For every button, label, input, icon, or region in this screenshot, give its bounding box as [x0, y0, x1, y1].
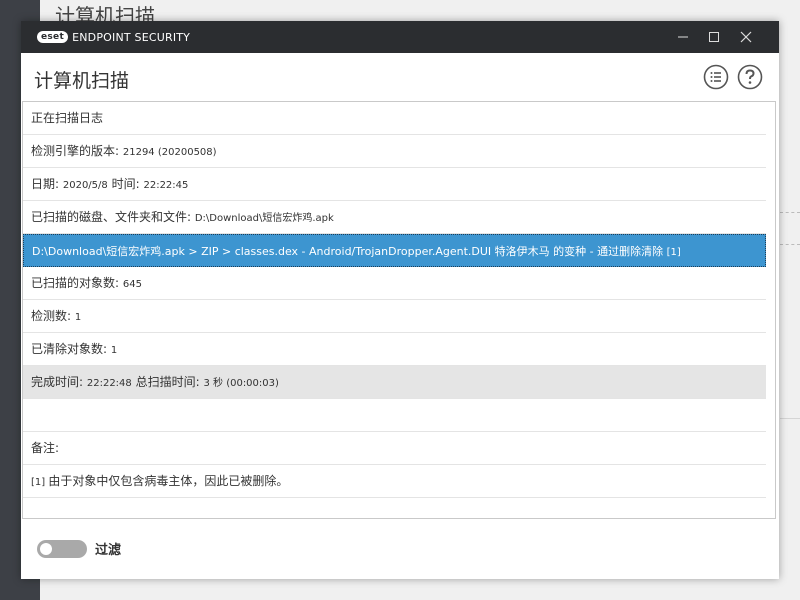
log-row-label: 总扫描时间: — [131, 375, 204, 389]
log-row-detections[interactable]: 检测数: 1 — [23, 300, 766, 333]
log-row-detection[interactable]: D:\Download\短信宏炸鸡.apk > ZIP > classes.de… — [23, 234, 766, 267]
maximize-button[interactable] — [699, 21, 729, 53]
log-row-scanned-targets[interactable]: 已扫描的磁盘、文件夹和文件: D:\Download\短信宏炸鸡.apk — [23, 201, 766, 234]
log-row-engine-version[interactable]: 检测引擎的版本: 21294 (20200508) — [23, 135, 766, 168]
log-row-value: 645 — [122, 279, 142, 290]
scan-log-panel: 正在扫描日志 检测引擎的版本: 21294 (20200508) 日期: 202… — [22, 101, 776, 519]
log-row-value: 1 — [110, 345, 118, 356]
help-button[interactable] — [737, 64, 763, 90]
log-row-value: 3 秒 (00:00:03) — [203, 378, 279, 389]
dialog-footer: 过滤 — [21, 521, 779, 579]
log-row-value: 1 — [74, 312, 82, 323]
log-row-label: D:\Download\短信宏炸鸡.apk > ZIP > classes.de… — [32, 245, 667, 258]
toggle-knob — [40, 543, 52, 555]
filter-label: 过滤 — [95, 543, 122, 558]
dialog-header: 计算机扫描 — [21, 53, 779, 103]
log-row-finish-time[interactable]: 完成时间: 22:22:48 总扫描时间: 3 秒 (00:00:03) — [23, 366, 766, 399]
log-row-note[interactable]: [1] 由于对象中仅包含病毒主体，因此已被删除。 — [23, 465, 766, 498]
log-row-cleaned-count[interactable]: 已清除对象数: 1 — [23, 333, 766, 366]
log-row-label: 日期: — [31, 177, 63, 191]
log-row-empty[interactable] — [23, 399, 766, 432]
list-icon — [703, 64, 729, 90]
eset-logo: eset ENDPOINT SECURITY — [37, 30, 191, 44]
close-icon — [740, 31, 752, 43]
list-view-button[interactable] — [703, 64, 729, 90]
minimize-button[interactable] — [668, 21, 698, 53]
note-marker: [1] — [31, 477, 49, 488]
log-row-label: 正在扫描日志 — [31, 111, 104, 125]
window-titlebar[interactable]: eset ENDPOINT SECURITY — [21, 21, 779, 53]
logo-badge: eset — [37, 31, 69, 43]
dialog-title: 计算机扫描 — [34, 70, 130, 92]
background-divider — [780, 418, 800, 419]
maximize-icon — [709, 32, 719, 42]
log-row-value: [1] — [666, 247, 681, 258]
log-row-value: 2020/5/8 — [62, 180, 108, 191]
log-row-label: 时间: — [107, 177, 144, 191]
scan-log-list: 正在扫描日志 检测引擎的版本: 21294 (20200508) 日期: 202… — [23, 102, 766, 498]
log-row-scanned-count[interactable]: 已扫描的对象数: 645 — [23, 267, 766, 300]
log-row-label: 备注: — [31, 441, 60, 455]
log-row-value: 21294 (20200508) — [122, 147, 217, 158]
log-row-value: 22:22:48 — [86, 378, 132, 389]
log-row-label: 检测引擎的版本: — [31, 144, 123, 158]
log-row-value: D:\Download\短信宏炸鸡.apk — [194, 213, 334, 224]
log-row-notes-heading[interactable]: 备注: — [23, 432, 766, 465]
background-divider — [780, 244, 800, 245]
logo-text: ENDPOINT SECURITY — [72, 30, 191, 44]
help-icon — [737, 64, 763, 90]
scrollbar-track[interactable] — [766, 102, 775, 518]
background-divider — [780, 212, 800, 213]
log-row-label: 检测数: — [31, 309, 75, 323]
log-row-label: 已扫描的磁盘、文件夹和文件: — [31, 210, 195, 224]
log-row-label: 由于对象中仅包含病毒主体，因此已被删除。 — [48, 474, 289, 488]
minimize-icon — [678, 36, 688, 38]
log-row-label: 完成时间: — [31, 375, 87, 389]
log-row-label: 已扫描的对象数: — [31, 276, 123, 290]
log-row-value: 22:22:45 — [143, 180, 189, 191]
log-row-header[interactable]: 正在扫描日志 — [23, 102, 766, 135]
log-row-label: 已清除对象数: — [31, 342, 111, 356]
log-row-date-time[interactable]: 日期: 2020/5/8 时间: 22:22:45 — [23, 168, 766, 201]
scan-log-dialog: eset ENDPOINT SECURITY 计算机扫描 正在扫描日志 检测引擎… — [21, 21, 779, 579]
close-button[interactable] — [731, 21, 761, 53]
filter-toggle[interactable] — [37, 540, 87, 558]
